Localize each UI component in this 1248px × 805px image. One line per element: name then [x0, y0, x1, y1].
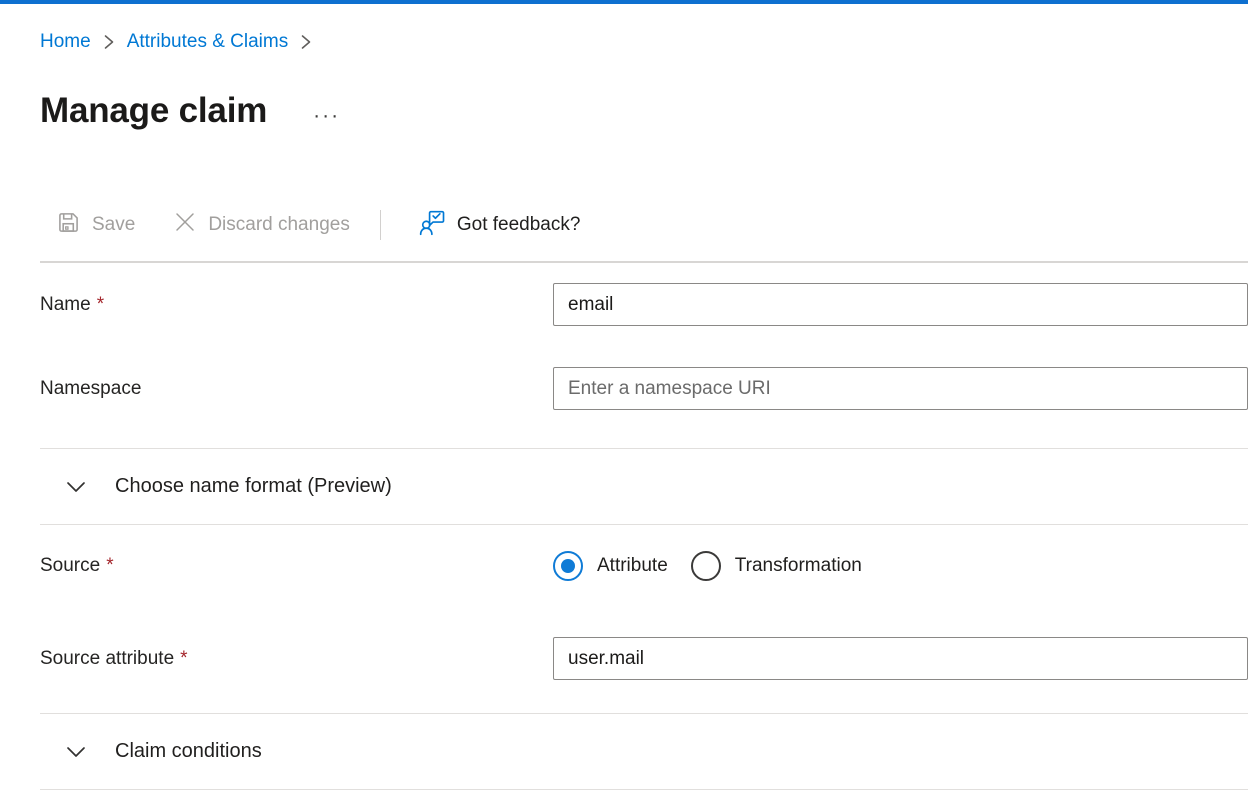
got-feedback-button[interactable]: Got feedback? [419, 209, 581, 242]
section-rule [40, 789, 1248, 790]
radio-option-attribute[interactable]: Attribute [553, 551, 668, 581]
top-accent-bar [0, 0, 1248, 4]
save-button[interactable]: Save [56, 210, 135, 241]
claim-conditions-section-label: Claim conditions [115, 740, 262, 763]
discard-changes-button[interactable]: Discard changes [173, 210, 350, 240]
discard-changes-label: Discard changes [208, 214, 350, 236]
name-format-section-header[interactable]: Choose name format (Preview) [40, 449, 1248, 524]
breadcrumb-link-home[interactable]: Home [40, 28, 91, 55]
command-bar: Save Discard changes Got feedback? [40, 202, 1248, 248]
source-attribute-label-text: Source attribute [40, 648, 174, 669]
required-asterisk: * [180, 648, 187, 669]
source-label-text: Source [40, 555, 100, 576]
person-feedback-icon [419, 209, 446, 242]
radio-unselected-icon [691, 551, 721, 581]
name-input[interactable] [553, 283, 1248, 326]
chevron-down-icon [65, 744, 87, 760]
context-menu-button[interactable]: ··· [313, 111, 340, 121]
chevron-right-icon [103, 33, 115, 51]
radio-attribute-label: Attribute [597, 555, 668, 577]
required-asterisk: * [97, 294, 104, 315]
breadcrumb-link-attributes-claims[interactable]: Attributes & Claims [127, 28, 289, 55]
source-label: Source * [40, 555, 553, 577]
radio-option-transformation[interactable]: Transformation [691, 551, 862, 581]
claim-conditions-section-header[interactable]: Claim conditions [40, 714, 1248, 789]
name-label-text: Name [40, 294, 91, 315]
namespace-label: Namespace [40, 378, 553, 400]
radio-selected-icon [553, 551, 583, 581]
name-format-section-label: Choose name format (Preview) [115, 475, 392, 498]
radio-transformation-label: Transformation [735, 555, 862, 577]
name-label: Name * [40, 294, 553, 316]
source-row: Source * Attribute Transformation [40, 551, 1248, 581]
source-radio-group: Attribute Transformation [553, 551, 1248, 581]
page-title: Manage claim [40, 91, 267, 131]
chevron-right-icon [300, 33, 312, 51]
namespace-row: Namespace [40, 367, 1248, 410]
section-rule [40, 524, 1248, 525]
dismiss-icon [173, 210, 197, 240]
source-attribute-row: Source attribute * [40, 637, 1248, 680]
chevron-down-icon [65, 479, 87, 495]
source-attribute-label: Source attribute * [40, 648, 553, 670]
toolbar-bottom-rule [40, 261, 1248, 263]
toolbar-divider [380, 210, 381, 240]
breadcrumb: Home Attributes & Claims [40, 28, 1248, 55]
required-asterisk: * [106, 555, 113, 576]
save-button-label: Save [92, 214, 135, 236]
source-attribute-input[interactable] [553, 637, 1248, 680]
name-row: Name * [40, 283, 1248, 326]
namespace-input[interactable] [553, 367, 1248, 410]
save-icon [56, 210, 81, 241]
got-feedback-label: Got feedback? [457, 214, 581, 236]
